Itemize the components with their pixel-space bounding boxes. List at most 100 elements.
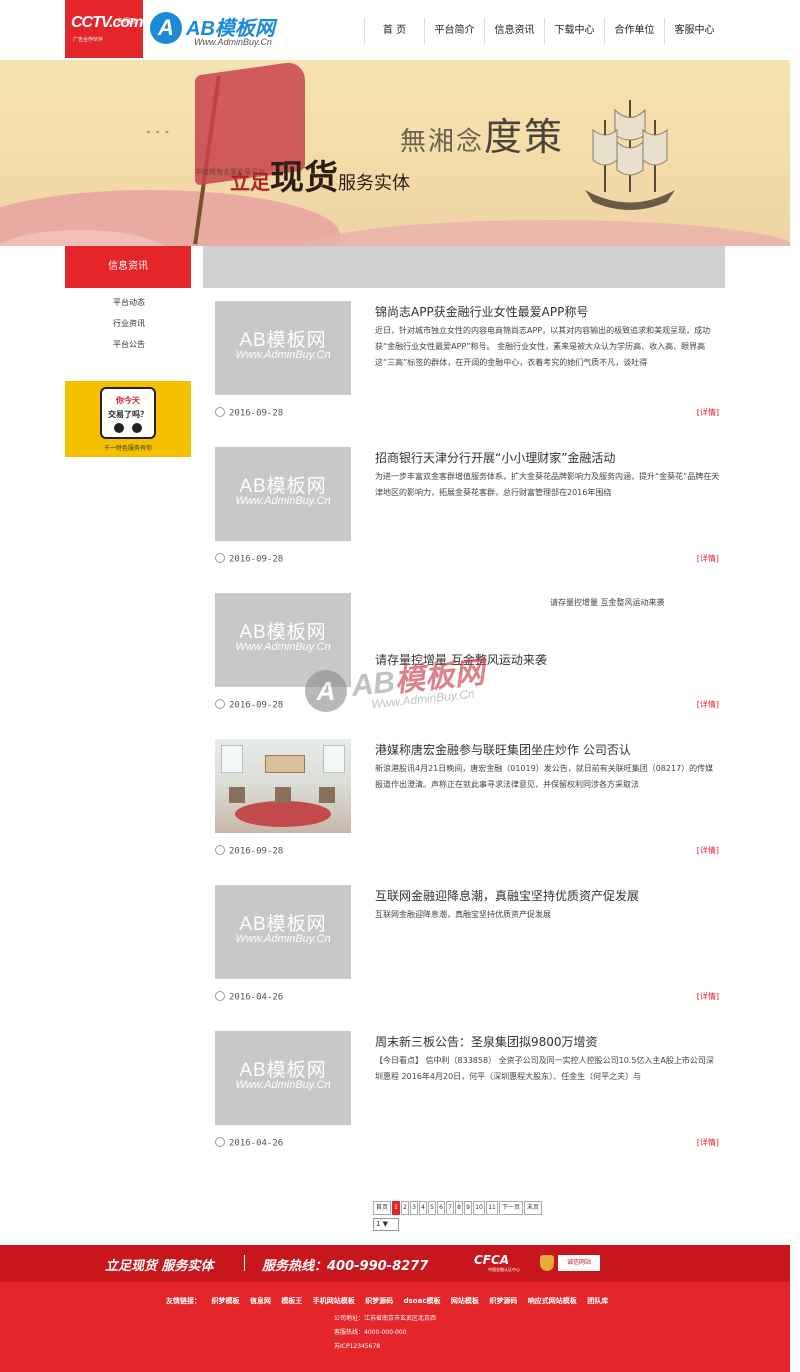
pager-last[interactable]: 末页 (524, 1201, 543, 1215)
placeholder-url: Www.AdminBuy.Cn (235, 1079, 331, 1091)
article-thumbnail[interactable]: AB模板网 Www.AdminBuy.Cn (215, 1031, 351, 1125)
clock-icon (215, 407, 225, 417)
friend-link[interactable]: 团队库 (587, 1297, 608, 1305)
pager-page[interactable]: 7 (446, 1201, 455, 1215)
friend-link[interactable]: 模板王 (281, 1297, 302, 1305)
pager-page[interactable]: 11 (486, 1201, 499, 1215)
pager-page[interactable]: 6 (437, 1201, 446, 1215)
friend-link[interactable]: dsoac模板 (404, 1297, 441, 1305)
logo-url: Www.AdminBuy.Cn (194, 37, 272, 47)
pager-first[interactable]: 首页 (373, 1201, 392, 1215)
footer-divider (244, 1255, 245, 1271)
sidebar-item-announcements[interactable]: 平台公告 (65, 334, 191, 355)
banner-cloud (300, 220, 790, 246)
article-thumbnail[interactable] (215, 739, 351, 833)
article-summary: 请存量控增量 互金整风运动来袭 (550, 598, 665, 607)
article-date-text: 2016-09-28 (229, 408, 284, 419)
nav-item-news[interactable]: 信息资讯 (484, 18, 544, 44)
footer-banner: 立足现货 服务实体 服务热线：400-990-8277 CFCA 中国金融认证中心… (0, 1245, 790, 1282)
pagination: 首页 1 2 3 4 5 6 7 8 9 10 11 下一页 末页 (373, 1201, 543, 1215)
calligraphy-big: 度策 (484, 115, 565, 159)
article-title[interactable]: 港媒称唐宏金融参与联旺集团坐庄炒作 公司否认 (375, 741, 631, 758)
site-logo[interactable]: A AB模板网 Www.AdminBuy.Cn (150, 10, 290, 52)
clock-icon (215, 699, 225, 709)
footer-phone: 客服热线：4000-000-000 (334, 1329, 407, 1336)
sidebar-ad-banner[interactable]: 你今天 交易了吗？ 千一特色服务有你 (65, 381, 191, 457)
nav-item-partners[interactable]: 合作单位 (604, 18, 664, 44)
article-date: 2016-04-26 (215, 1137, 283, 1149)
details-link[interactable]: [详情] (697, 407, 719, 418)
sidebar-links: 平台动态 行业资讯 平台公告 (65, 288, 191, 355)
pager-page[interactable]: 10 (473, 1201, 486, 1215)
friend-link[interactable]: 信息网 (250, 1297, 271, 1305)
birds-icon: ⌃ ⌃ ⌃ (145, 130, 171, 139)
footer: 友情链接： 织梦模板 信息网 模板王 手机网站模板 织梦源码 dsoac模板 网… (0, 1282, 790, 1372)
clock-icon (215, 845, 225, 855)
article-title[interactable]: 锦尚志APP获金融行业女性最爱APP称号 (375, 303, 588, 320)
friend-link[interactable]: 响应式网站模板 (528, 1297, 577, 1305)
pager-page[interactable]: 1 (392, 1201, 401, 1215)
article-summary: 近日，针对城市独立女性的内容电商锦尚志APP，以其对内容输出的极致追求和美观呈现… (375, 326, 711, 367)
sidebar-item-industry-news[interactable]: 行业资讯 (65, 313, 191, 334)
placeholder-title: AB模板网 (239, 330, 327, 351)
ad-line-2: 交易了吗？ (108, 410, 148, 419)
nav-item-home[interactable]: 首 页 (364, 18, 424, 44)
placeholder-title: AB模板网 (239, 476, 327, 497)
details-link[interactable]: [详情] (697, 1137, 719, 1148)
sidebar: 信息资讯 平台动态 行业资讯 平台公告 你今天 交易了吗？ 千一特色服务有你 (65, 246, 191, 457)
article-date-text: 2016-09-28 (229, 700, 284, 711)
friend-link[interactable]: 织梦源码 (365, 1297, 393, 1305)
photo-painting (265, 755, 305, 773)
article-thumbnail[interactable]: AB模板网 Www.AdminBuy.Cn (215, 301, 351, 395)
pager-page[interactable]: 3 (410, 1201, 419, 1215)
article-thumbnail[interactable]: AB模板网 Www.AdminBuy.Cn (215, 447, 351, 541)
ship-icon (585, 100, 675, 210)
details-link[interactable]: [详情] (697, 553, 719, 564)
article-date-text: 2016-04-26 (229, 992, 284, 1003)
cfca-label: CFCA (474, 1253, 510, 1267)
article-thumbnail[interactable]: AB模板网 Www.AdminBuy.Cn (215, 885, 351, 979)
watermark-icon: A (305, 670, 347, 712)
nav-item-service[interactable]: 客服中心 (664, 18, 724, 44)
nav-item-download[interactable]: 下载中心 (544, 18, 604, 44)
cctv-logo-tag: 央视网 (117, 18, 136, 25)
pager-page[interactable]: 5 (428, 1201, 437, 1215)
cctv-logo[interactable]: CCTV.com 央视网 广告合作伙伴 (65, 0, 143, 58)
trust-badge[interactable]: 诚信网站 (558, 1255, 600, 1271)
nav-item-about[interactable]: 平台简介 (424, 18, 484, 44)
article-title[interactable]: 招商银行天津分行开展“小小理财家”金融活动 (375, 449, 615, 466)
logo-icon: A (150, 12, 182, 44)
article-date: 2016-09-28 (215, 699, 284, 711)
footer-hotline: 服务热线：400-990-8277 (262, 1259, 429, 1274)
article-title[interactable]: 周末新三板公告：圣泉集团拟9800万增资 (375, 1033, 598, 1050)
article-date-text: 2016-09-28 (229, 846, 284, 857)
friend-links: 友情链接： 织梦模板 信息网 模板王 手机网站模板 织梦源码 dsoac模板 网… (166, 1296, 616, 1306)
watermark-logo: A AB模板网 Www.AdminBuy.Cn (305, 650, 525, 720)
pager-page[interactable]: 4 (419, 1201, 428, 1215)
photo-window (221, 745, 243, 773)
shield-icon[interactable] (540, 1255, 554, 1271)
placeholder-url: Www.AdminBuy.Cn (235, 933, 331, 945)
details-link[interactable]: [详情] (697, 991, 719, 1002)
list-item: AB模板网 Www.AdminBuy.Cn 互联网金融迎降息潮，真融宝坚持优质资… (215, 885, 725, 1031)
article-summary: 互联网金融迎降息潮，真融宝坚持优质资产促发展 (375, 910, 551, 919)
page-select[interactable]: 1 ▼ (373, 1218, 399, 1231)
friend-link[interactable]: 网站模板 (451, 1297, 479, 1305)
article-date: 2016-09-28 (215, 553, 283, 565)
cfca-badge[interactable]: CFCA 中国金融认证中心 (474, 1253, 520, 1272)
pager-page[interactable]: 2 (401, 1201, 410, 1215)
friend-link[interactable]: 织梦源码 (489, 1297, 517, 1305)
friend-link[interactable]: 手机网站模板 (313, 1297, 355, 1305)
pager-page[interactable]: 9 (464, 1201, 473, 1215)
article-title[interactable]: 互联网金融迎降息潮，真融宝坚持优质资产促发展 (375, 887, 639, 904)
pager-next[interactable]: 下一页 (499, 1201, 524, 1215)
pager-page[interactable]: 8 (455, 1201, 464, 1215)
placeholder-title: AB模板网 (239, 1060, 327, 1081)
sidebar-item-platform-news[interactable]: 平台动态 (65, 292, 191, 313)
article-date: 2016-09-28 (215, 407, 284, 419)
content-header-bar (203, 246, 725, 288)
ad-line-1: 你今天 (116, 396, 140, 405)
details-link[interactable]: [详情] (697, 845, 719, 856)
friend-link[interactable]: 织梦模板 (211, 1297, 239, 1305)
details-link[interactable]: [详情] (697, 699, 719, 710)
